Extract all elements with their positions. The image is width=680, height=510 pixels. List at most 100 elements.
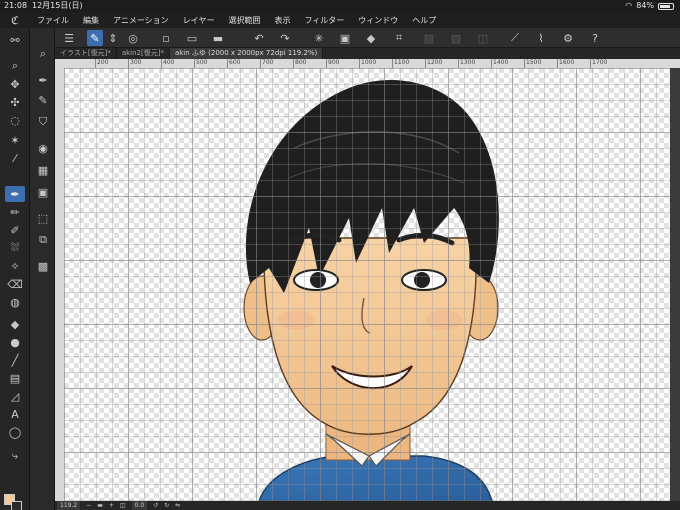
- navigator-icon[interactable]: ⌕: [33, 46, 53, 62]
- color-set-icon[interactable]: ▦: [33, 162, 53, 178]
- brush-quick-icon[interactable]: ✎: [87, 30, 103, 46]
- frame-tool-icon[interactable]: ▤: [5, 370, 25, 386]
- loading-icon[interactable]: ✳: [311, 30, 327, 46]
- ruler-tick: 200: [95, 59, 109, 68]
- canvas-tab-bar: イラスト[復元]* akin2[復元]* akin ふゆ (2000 x 200…: [55, 48, 680, 59]
- canvas-status-bar: 119.2 − ▬ + ◫ 0.0 ↺ ↻ ⇋: [55, 501, 680, 510]
- hand-tool-icon[interactable]: ✥: [5, 76, 25, 92]
- status-bar: 21:08 12月15日(日) ◠ 84%: [0, 0, 680, 12]
- menu-help[interactable]: ヘルプ: [405, 15, 443, 26]
- subtool-b-icon[interactable]: ✎: [33, 92, 53, 108]
- pen-stabilize-icon[interactable]: ⌇: [533, 30, 549, 46]
- drawing-canvas[interactable]: [64, 68, 670, 501]
- ruler-icon[interactable]: ⟋: [507, 30, 523, 46]
- zoom-out-icon[interactable]: −: [86, 501, 91, 510]
- pencil-tool-icon[interactable]: ✏: [5, 204, 25, 220]
- ruler-tick: 1100: [392, 59, 410, 68]
- deselect-icon[interactable]: ▨: [421, 30, 437, 46]
- help-icon[interactable]: ?: [587, 30, 603, 46]
- text-tool-icon[interactable]: A: [5, 406, 25, 422]
- boy-portrait-illustration: [243, 80, 499, 501]
- lasso-tool-icon[interactable]: ◌: [5, 112, 25, 128]
- menu-window[interactable]: ウィンドウ: [351, 15, 405, 26]
- ruler-tick: 1400: [491, 59, 509, 68]
- balloon-tool-icon[interactable]: ◯: [5, 424, 25, 440]
- ruler-tick: 1000: [359, 59, 377, 68]
- menu-file[interactable]: ファイル: [30, 15, 76, 26]
- ruler-vertical: [55, 68, 64, 501]
- pen-tool-icon[interactable]: ✒: [5, 186, 25, 202]
- undo-icon[interactable]: ↶: [251, 30, 267, 46]
- tab-illust[interactable]: イラスト[復元]*: [55, 48, 117, 59]
- ruler-tick: 900: [326, 59, 340, 68]
- menu-layer[interactable]: レイヤー: [176, 15, 222, 26]
- zoom-field[interactable]: 119.2: [57, 501, 81, 510]
- sub-color-swatch[interactable]: [11, 501, 22, 510]
- zoom-in-icon[interactable]: +: [109, 501, 114, 510]
- wand-tool-icon[interactable]: ✶: [5, 132, 25, 148]
- ruler-tick: 1200: [425, 59, 443, 68]
- clock: 21:08: [4, 1, 28, 10]
- menu-bar: ℭ ファイル 編集 アニメーション レイヤー 選択範囲 表示 フィルター ウィン…: [0, 12, 680, 28]
- battery-text: 84%: [636, 1, 654, 10]
- zoom-slider-icon[interactable]: ▬: [97, 501, 103, 510]
- save-icon[interactable]: ▬: [210, 30, 226, 46]
- ruler-tool-icon[interactable]: ◿: [5, 388, 25, 404]
- redo-icon[interactable]: ↷: [277, 30, 293, 46]
- layers-icon[interactable]: ⧉: [33, 232, 53, 248]
- selection-crop-icon[interactable]: ◫: [475, 30, 491, 46]
- tab-akin-fuyu[interactable]: akin ふゆ (2000 x 2000px 72dpi 119.2%): [169, 48, 324, 59]
- sub-view-icon[interactable]: ▣: [33, 184, 53, 200]
- gradient-tool-icon[interactable]: ●: [5, 334, 25, 350]
- app-logo-icon[interactable]: ℭ: [0, 14, 30, 27]
- airbrush-tool-icon[interactable]: ⛆: [5, 240, 25, 256]
- subtool-a-icon[interactable]: ✒: [33, 72, 53, 88]
- invert-selection-icon[interactable]: ▧: [448, 30, 464, 46]
- menu-animation[interactable]: アニメーション: [106, 15, 176, 26]
- transform-icon[interactable]: ⌗: [391, 30, 407, 46]
- status-right: ◠ 84%: [625, 0, 674, 12]
- ruler-horizontal: 200 300 400 500 600 700 800 900 1000 1100 1200 1300…: [55, 59, 680, 68]
- figure-tool-icon[interactable]: ╱: [5, 352, 25, 368]
- battery-fill: [660, 4, 670, 8]
- fit-icon[interactable]: ◫: [120, 501, 126, 510]
- menu-view[interactable]: 表示: [267, 15, 297, 26]
- correct-line-tool-icon[interactable]: ⤷: [5, 448, 25, 464]
- scrollbar-vertical[interactable]: [670, 68, 680, 501]
- ruler-tick: 800: [293, 59, 307, 68]
- menu-selection[interactable]: 選択範囲: [221, 15, 267, 26]
- ruler-tick: 300: [128, 59, 142, 68]
- ruler-tick: 1600: [557, 59, 575, 68]
- move-tool-icon[interactable]: ✣: [5, 94, 25, 110]
- tab-akin2[interactable]: akin2[復元]*: [117, 48, 170, 59]
- eraser-tool-icon[interactable]: ⌫: [5, 276, 25, 292]
- menu-filter[interactable]: フィルター: [297, 15, 351, 26]
- new-file-icon[interactable]: ▫: [158, 30, 174, 46]
- blend-tool-icon[interactable]: ◍: [5, 294, 25, 310]
- fill-tool-icon[interactable]: ◆: [5, 316, 25, 332]
- eyedropper-tool-icon[interactable]: ⁄: [5, 150, 25, 166]
- material-icon[interactable]: ▩: [33, 258, 53, 274]
- reference-icon[interactable]: ◎: [125, 30, 141, 46]
- tool-palette: ⚯ ⌕ ✥ ✣ ◌ ✶ ⁄ ✒ ✏ ✐ ⛆ ✧ ⌫ ◍ ◆ ● ╱ ▤ ◿ A …: [0, 28, 30, 510]
- subtool-c-icon[interactable]: ⛉: [33, 114, 53, 130]
- fill-icon[interactable]: ◆: [363, 30, 379, 46]
- color-wheel-icon[interactable]: ◉: [33, 140, 53, 156]
- rotate-angle-field[interactable]: 0.0: [131, 501, 148, 510]
- menu-hamburger-icon[interactable]: ☰: [61, 30, 77, 46]
- battery-icon: [658, 2, 674, 10]
- rotate-left-icon[interactable]: ↺: [153, 501, 158, 510]
- open-file-icon[interactable]: ▭: [184, 30, 200, 46]
- layer-property-icon[interactable]: ⬚: [33, 210, 53, 226]
- clear-icon[interactable]: ▣: [337, 30, 353, 46]
- brush-tool-icon[interactable]: ✐: [5, 222, 25, 238]
- chevron-updown-icon[interactable]: ⇕: [105, 30, 121, 46]
- tool-settings-icon[interactable]: ⚯: [5, 32, 25, 48]
- zoom-tool-icon[interactable]: ⌕: [5, 58, 25, 74]
- wifi-icon: ◠: [625, 1, 633, 10]
- menu-edit[interactable]: 編集: [76, 15, 106, 26]
- rotate-right-icon[interactable]: ↻: [164, 501, 169, 510]
- decoration-tool-icon[interactable]: ✧: [5, 258, 25, 274]
- settings-icon[interactable]: ⚙: [560, 30, 576, 46]
- flip-icon[interactable]: ⇋: [175, 501, 180, 510]
